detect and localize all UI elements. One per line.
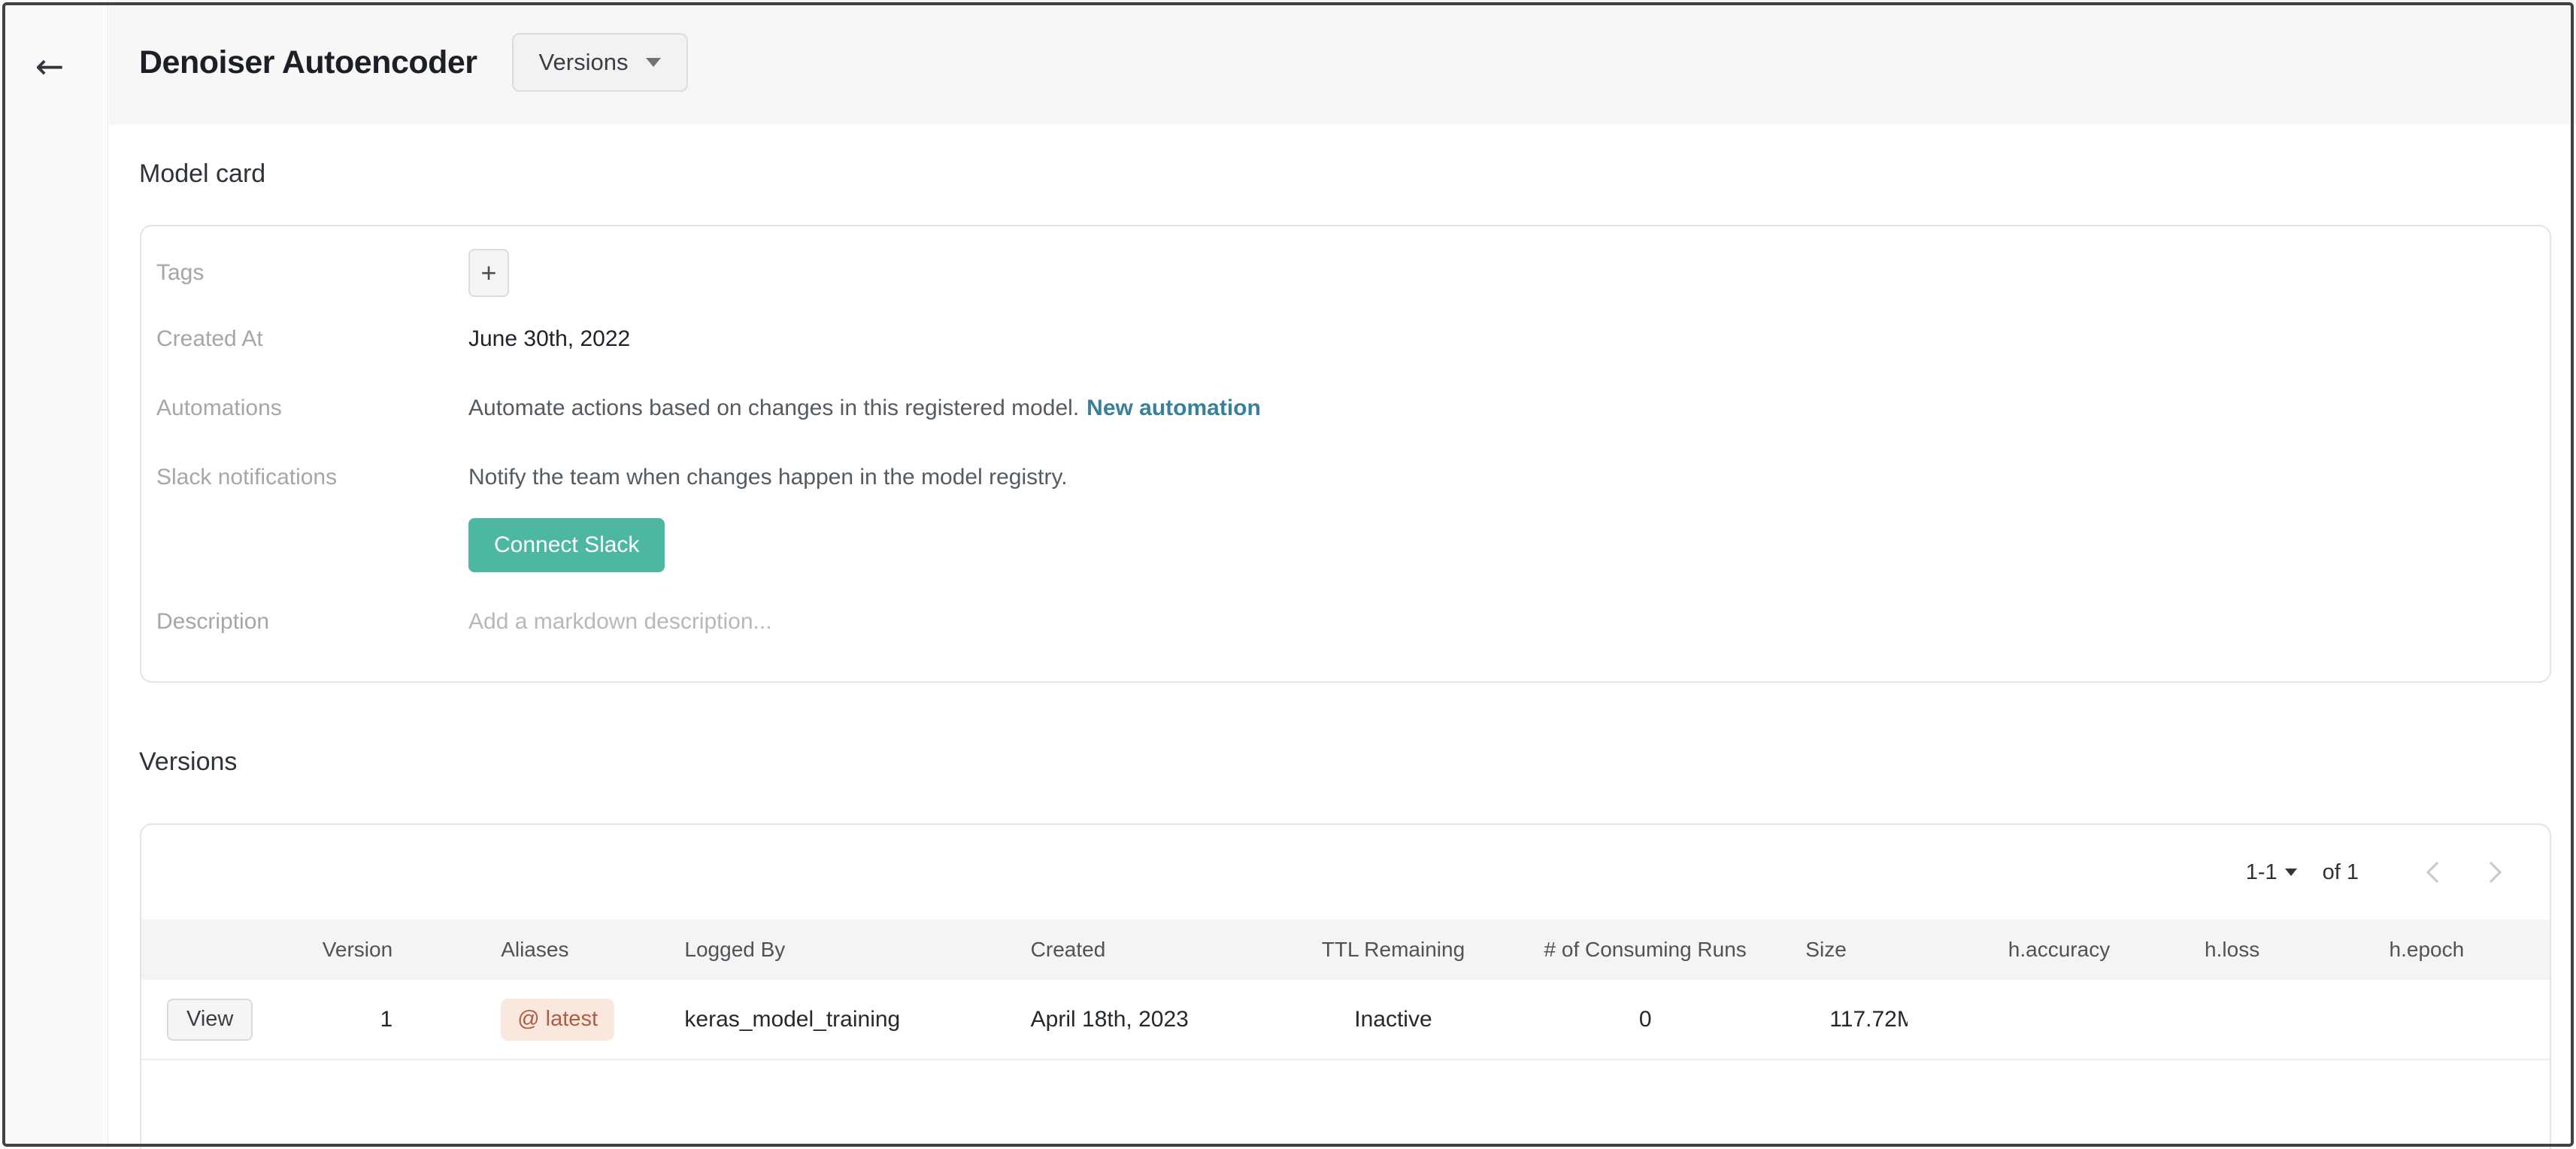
next-page-button[interactable] — [2479, 857, 2509, 887]
versions-dropdown-button[interactable]: Versions — [512, 33, 689, 92]
page-count-label: of 1 — [2323, 860, 2359, 885]
h-epoch-cell — [2304, 980, 2550, 1060]
column-header-aliases: Aliases — [405, 920, 678, 980]
view-version-button[interactable]: View — [167, 999, 253, 1041]
ttl-remaining-cell: Inactive — [1296, 980, 1491, 1060]
size-value: 117.72M — [1829, 1007, 1908, 1032]
column-header-h-accuracy: h.accuracy — [1957, 920, 2160, 980]
slack-notifications-row: Slack notifications Notify the team when… — [141, 462, 2550, 493]
column-header-logged-by: Logged By — [678, 920, 1017, 980]
page-header: Denoiser Autoencoder Versions — [109, 0, 2576, 125]
automations-row: Automations Automate actions based on ch… — [141, 393, 2550, 423]
page-range-dropdown[interactable]: 1-1 — [2246, 860, 2297, 885]
app-window: ← Denoiser Autoencoder Versions Model ca… — [0, 0, 2576, 1149]
h-loss-cell — [2161, 980, 2304, 1060]
aliases-cell: @ latest — [405, 980, 678, 1060]
versions-table-card: 1-1 of 1 Version Aliases — [140, 823, 2551, 1149]
page-title: Denoiser Autoencoder — [139, 44, 477, 81]
created-at-row: Created At June 30th, 2022 — [141, 324, 2550, 354]
description-label: Description — [156, 609, 468, 635]
slack-description: Notify the team when changes happen in t… — [468, 465, 1068, 490]
column-header-size: Size — [1799, 920, 1957, 980]
description-row: Description Add a markdown description..… — [141, 607, 2550, 637]
size-cell: 117.72M — [1799, 980, 1957, 1060]
versions-table: Version Aliases Logged By Created TTL Re… — [141, 920, 2550, 1060]
sidebar: ← — [0, 0, 108, 1149]
created-at-label: Created At — [156, 326, 468, 352]
table-row: View 1 @ latest keras_model_training Apr… — [141, 980, 2550, 1060]
chevron-down-icon — [646, 58, 661, 67]
previous-page-button[interactable] — [2419, 857, 2449, 887]
created-at-value: June 30th, 2022 — [468, 326, 630, 352]
h-accuracy-cell — [1957, 980, 2160, 1060]
chevron-left-icon — [2426, 862, 2447, 883]
page-range-label: 1-1 — [2246, 860, 2277, 885]
automations-description: Automate actions based on changes in thi… — [468, 396, 1079, 421]
add-tag-button[interactable]: + — [468, 249, 509, 297]
logged-by-cell[interactable]: keras_model_training — [678, 980, 1017, 1060]
back-arrow-icon: ← — [35, 49, 65, 83]
created-cell: April 18th, 2023 — [1017, 980, 1296, 1060]
column-header-h-loss: h.loss — [2161, 920, 2304, 980]
column-header-h-epoch: h.epoch — [2304, 920, 2550, 980]
tags-row: Tags + — [141, 249, 2550, 297]
version-cell: 1 — [254, 980, 405, 1060]
consuming-runs-cell: 0 — [1491, 980, 1799, 1060]
column-header-consuming-runs: # of Consuming Runs — [1491, 920, 1799, 980]
chevron-down-icon — [2285, 869, 2297, 876]
latest-alias-badge: @ latest — [501, 999, 614, 1041]
description-placeholder[interactable]: Add a markdown description... — [468, 609, 772, 635]
connect-slack-row: Connect Slack — [141, 518, 2550, 572]
new-automation-link[interactable]: New automation — [1086, 396, 1261, 421]
column-header-view — [141, 920, 254, 980]
slack-notifications-label: Slack notifications — [156, 465, 468, 490]
versions-dropdown-label: Versions — [539, 49, 629, 76]
pagination-bar: 1-1 of 1 — [141, 825, 2550, 920]
versions-heading: Versions — [139, 747, 237, 777]
connect-slack-button[interactable]: Connect Slack — [468, 518, 665, 572]
column-header-ttl-remaining: TTL Remaining — [1296, 920, 1491, 980]
tags-label: Tags — [156, 260, 468, 286]
table-header-row: Version Aliases Logged By Created TTL Re… — [141, 920, 2550, 980]
chevron-right-icon — [2481, 862, 2502, 883]
model-card-heading: Model card — [139, 159, 265, 189]
column-header-version: Version — [254, 920, 405, 980]
model-card: Tags + Created At June 30th, 2022 Automa… — [140, 225, 2551, 683]
column-header-created: Created — [1017, 920, 1296, 980]
automations-label: Automations — [156, 396, 468, 421]
back-button[interactable]: ← — [27, 44, 72, 89]
